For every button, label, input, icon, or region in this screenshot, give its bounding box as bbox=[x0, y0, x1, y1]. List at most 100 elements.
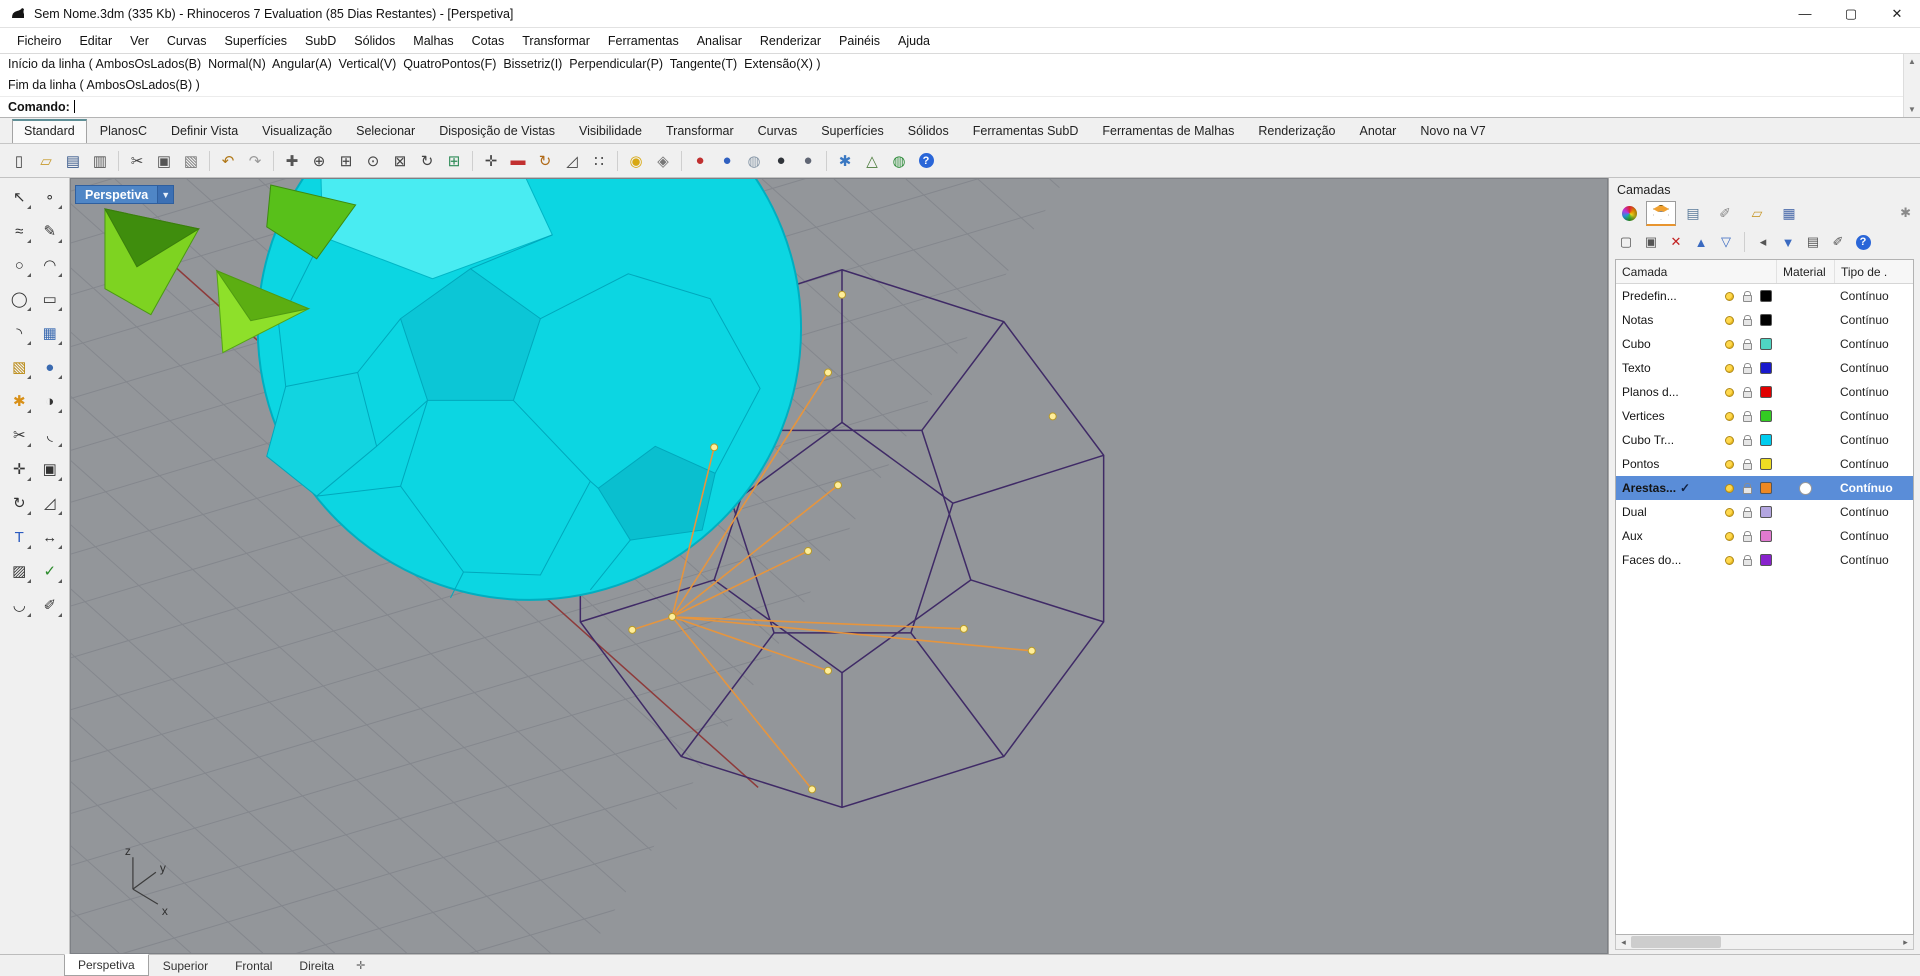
tool-copy-icon[interactable]: ▣ bbox=[37, 456, 63, 482]
toolbar-paste-icon[interactable]: ▧ bbox=[178, 148, 204, 174]
tool-check-icon[interactable]: ✓ bbox=[37, 558, 63, 584]
gear-icon[interactable]: ✱ bbox=[1896, 205, 1915, 221]
layer-color-swatch[interactable] bbox=[1756, 458, 1776, 470]
command-prompt[interactable]: Comando: bbox=[0, 96, 1920, 117]
toolbar-four-viewports-icon[interactable]: ⊞ bbox=[441, 148, 467, 174]
layer-color-swatch[interactable] bbox=[1756, 410, 1776, 422]
layer-visibility-toggle[interactable] bbox=[1720, 339, 1738, 349]
layers-filter-icon[interactable]: ▼ bbox=[1777, 231, 1799, 253]
layer-row-pontos[interactable]: Pontos Contínuo bbox=[1616, 452, 1913, 476]
scroll-down-icon[interactable]: ▼ bbox=[1908, 105, 1916, 114]
toolbar-open-icon[interactable]: ▱ bbox=[33, 148, 59, 174]
scroll-up-icon[interactable]: ▲ bbox=[1908, 57, 1916, 66]
tool-polyline-icon[interactable]: ✎ bbox=[37, 218, 63, 244]
tab-visibilidade[interactable]: Visibilidade bbox=[568, 120, 653, 143]
tab-planosc[interactable]: PlanosC bbox=[89, 120, 158, 143]
minimize-button[interactable]: — bbox=[1782, 0, 1828, 27]
viewport-tab-perspetiva[interactable]: Perspetiva bbox=[64, 954, 149, 976]
layer-row-planos-d[interactable]: Planos d... Contínuo bbox=[1616, 380, 1913, 404]
tab-ferramentas-subd[interactable]: Ferramentas SubD bbox=[962, 120, 1090, 143]
tab-selecionar[interactable]: Selecionar bbox=[345, 120, 426, 143]
viewport-dropdown-icon[interactable]: ▼ bbox=[158, 185, 175, 204]
layer-visibility-toggle[interactable] bbox=[1720, 459, 1738, 469]
layer-visibility-toggle[interactable] bbox=[1720, 507, 1738, 517]
toolbar-earth-icon[interactable]: ◍ bbox=[886, 148, 912, 174]
toolbar-new-icon[interactable]: ▯ bbox=[6, 148, 32, 174]
panel-tab-properties-ball[interactable] bbox=[1614, 201, 1644, 226]
toolbar-copy-icon[interactable]: ▣ bbox=[151, 148, 177, 174]
toolbar-options-gears-icon[interactable]: ✱ bbox=[832, 148, 858, 174]
layer-visibility-toggle[interactable] bbox=[1720, 435, 1738, 445]
toolbar-print-icon[interactable]: ▥ bbox=[87, 148, 113, 174]
tab-standard[interactable]: Standard bbox=[12, 119, 87, 143]
layer-color-swatch[interactable] bbox=[1756, 482, 1776, 494]
tab-anotar[interactable]: Anotar bbox=[1349, 120, 1408, 143]
tool-rotate-icon[interactable]: ↻ bbox=[6, 490, 32, 516]
layer-color-swatch[interactable] bbox=[1756, 314, 1776, 326]
menu-ajuda[interactable]: Ajuda bbox=[889, 30, 939, 52]
layer-row-cubo-tr[interactable]: Cubo Tr... Contínuo bbox=[1616, 428, 1913, 452]
tab-transformar[interactable]: Transformar bbox=[655, 120, 745, 143]
panel-tab-layers[interactable] bbox=[1646, 200, 1676, 226]
column-material[interactable]: Material bbox=[1776, 260, 1834, 283]
layers-layer-tools-icon[interactable]: ✐ bbox=[1827, 231, 1849, 253]
toolbar-vehicle-icon[interactable]: ▬ bbox=[505, 148, 531, 174]
toolbar-rotate-icon[interactable]: ↻ bbox=[532, 148, 558, 174]
menu-ver[interactable]: Ver bbox=[121, 30, 158, 52]
toolbar-control-points-icon[interactable]: ∷ bbox=[586, 148, 612, 174]
tab-renderizacao[interactable]: Renderização bbox=[1247, 120, 1346, 143]
toolbar-zoom-window-icon[interactable]: ⊞ bbox=[333, 148, 359, 174]
toolbar-cut-icon[interactable]: ✂ bbox=[124, 148, 150, 174]
tab-visualizacao[interactable]: Visualização bbox=[251, 120, 343, 143]
layer-lock-toggle[interactable] bbox=[1738, 506, 1756, 518]
layer-visibility-toggle[interactable] bbox=[1720, 291, 1738, 301]
layer-color-swatch[interactable] bbox=[1756, 290, 1776, 302]
new-viewport-icon[interactable]: ✛ bbox=[348, 955, 373, 976]
layers-help-icon[interactable]: ? bbox=[1852, 231, 1874, 253]
layer-visibility-toggle[interactable] bbox=[1720, 555, 1738, 565]
viewport-title-label[interactable]: Perspetiva bbox=[75, 185, 159, 204]
toolbar-save-icon[interactable]: ▤ bbox=[60, 148, 86, 174]
layer-row-texto[interactable]: Texto Contínuo bbox=[1616, 356, 1913, 380]
layer-lock-toggle[interactable] bbox=[1738, 482, 1756, 494]
tool-pencil-icon[interactable]: ✐ bbox=[37, 592, 63, 618]
menu-editar[interactable]: Editar bbox=[70, 30, 121, 52]
layer-row-dual[interactable]: Dual Contínuo bbox=[1616, 500, 1913, 524]
tool-dimension-icon[interactable]: ↔ bbox=[37, 524, 63, 550]
layer-row-vertices[interactable]: Vertices Contínuo bbox=[1616, 404, 1913, 428]
layer-lock-toggle[interactable] bbox=[1738, 434, 1756, 446]
layer-visibility-toggle[interactable] bbox=[1720, 411, 1738, 421]
layer-color-swatch[interactable] bbox=[1756, 434, 1776, 446]
layer-lock-toggle[interactable] bbox=[1738, 554, 1756, 566]
tool-sphere-icon[interactable]: ● bbox=[37, 354, 63, 380]
tool-surface-icon[interactable]: ▦ bbox=[37, 320, 63, 346]
menu-solidos[interactable]: Sólidos bbox=[345, 30, 404, 52]
menu-malhas[interactable]: Malhas bbox=[404, 30, 462, 52]
column-camada[interactable]: Camada bbox=[1616, 260, 1776, 283]
toolbar-zoom-extents-icon[interactable]: ⊠ bbox=[387, 148, 413, 174]
menu-ferramentas[interactable]: Ferramentas bbox=[599, 30, 688, 52]
menu-transformar[interactable]: Transformar bbox=[513, 30, 599, 52]
tool-control-point-curve-icon[interactable]: ≈ bbox=[6, 218, 32, 244]
scroll-left-icon[interactable]: ◂ bbox=[1616, 935, 1631, 949]
menu-ficheiro[interactable]: Ficheiro bbox=[8, 30, 70, 52]
scrollbar-thumb[interactable] bbox=[1631, 936, 1721, 948]
tab-novo-na-v7[interactable]: Novo na V7 bbox=[1409, 120, 1496, 143]
layers-delete-layer-icon[interactable]: ✕ bbox=[1665, 231, 1687, 253]
layer-lock-toggle[interactable] bbox=[1738, 290, 1756, 302]
close-button[interactable]: ✕ bbox=[1874, 0, 1920, 27]
layer-lock-toggle[interactable] bbox=[1738, 314, 1756, 326]
tool-gear-tools-icon[interactable]: ✱ bbox=[6, 388, 32, 414]
tool-circle-icon[interactable]: ○ bbox=[6, 252, 32, 278]
scrollbar-track[interactable] bbox=[1631, 935, 1898, 949]
toolbar-lamp-icon[interactable]: ◉ bbox=[623, 148, 649, 174]
tool-scale-icon[interactable]: ◿ bbox=[37, 490, 63, 516]
tab-ferramentas-de-malhas[interactable]: Ferramentas de Malhas bbox=[1091, 120, 1245, 143]
layer-row-aux[interactable]: Aux Contínuo bbox=[1616, 524, 1913, 548]
layer-visibility-toggle[interactable] bbox=[1720, 363, 1738, 373]
layer-color-swatch[interactable] bbox=[1756, 506, 1776, 518]
toolbar-help-icon[interactable]: ? bbox=[913, 148, 939, 174]
toolbar-undo-icon[interactable]: ↶ bbox=[215, 148, 241, 174]
panel-tab-display[interactable]: ▤ bbox=[1678, 201, 1708, 226]
toolbar-artistic-view-icon[interactable]: ● bbox=[795, 148, 821, 174]
